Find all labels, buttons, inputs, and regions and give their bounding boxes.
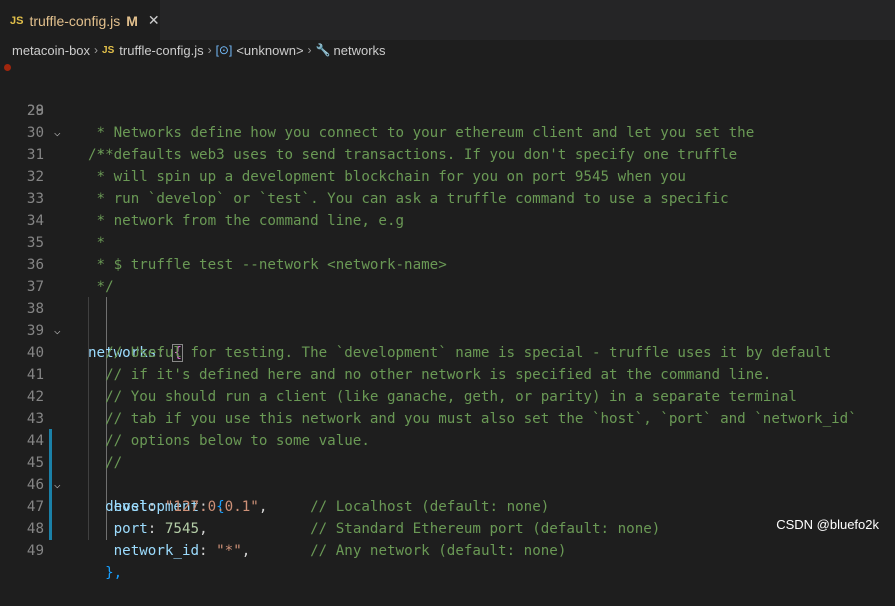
line-number: 49 (26, 543, 44, 559)
code-line: 44 // (0, 408, 895, 471)
javascript-file-icon: JS (10, 14, 24, 27)
code-line: 46 host: "127.0.0.1", // Localhost (defa… (0, 452, 895, 515)
code-line: 33 * network from the command line, e.g (0, 166, 895, 229)
chevron-right-icon: › (94, 43, 99, 57)
code-line: 43 // options below to some value. (0, 386, 895, 449)
watermark: CSDN @bluefo2k (776, 517, 879, 532)
wrench-property-icon: 🔧 (315, 43, 331, 57)
close-brace: }, (105, 565, 123, 581)
code-line: 29 * Networks define how you connect to … (0, 78, 895, 141)
code-line: 32 * run `develop` or `test`. You can as… (0, 144, 895, 207)
string-value: "*" (216, 543, 242, 559)
code-editor[interactable]: 28 ⌵ /** 29 * Networks define how you co… (0, 56, 895, 581)
code-line: 41 // You should run a client (like gana… (0, 342, 895, 405)
symbol-variable-icon: [⊙] (215, 43, 233, 57)
code-line: 45 ⌵ development: { (0, 430, 895, 515)
code-line: 42 // tab if you use this network and yo… (0, 364, 895, 427)
modified-indicator: M (126, 12, 138, 29)
property-key: network_id (113, 543, 200, 559)
javascript-file-icon: JS (102, 44, 115, 56)
editor-tab-truffle-config[interactable]: JS truffle-config.js M ✕ (0, 0, 160, 40)
code-line: 34 * (0, 188, 895, 251)
chevron-right-icon: › (307, 43, 312, 57)
code-line: 37 (0, 254, 895, 295)
code-line: 40 // if it's defined here and no other … (0, 320, 895, 383)
code-line: 35 * $ truffle test --network <network-n… (0, 210, 895, 273)
breakpoint-icon[interactable] (4, 64, 11, 71)
code-line: 47 port: 7545, // Standard Ethereum port… (0, 474, 895, 537)
close-tab-icon[interactable]: ✕ (148, 12, 160, 29)
code-line: 38 ⌵ networks: { (0, 276, 895, 362)
tab-bar: JS truffle-config.js M ✕ (0, 0, 895, 40)
code-line: 30 * defaults web3 uses to send transact… (0, 100, 895, 163)
code-line: 28 ⌵ /** (0, 56, 895, 163)
code-line: 31 * will spin up a development blockcha… (0, 122, 895, 185)
code-line: 36 */ (0, 232, 895, 295)
tab-filename: truffle-config.js (29, 12, 121, 29)
code-line: 49 }, (0, 518, 895, 581)
code-line: 48 network_id: "*", // Any network (defa… (0, 496, 895, 559)
code-comment: // Any network (default: none) (310, 543, 567, 559)
chevron-right-icon: › (207, 43, 212, 57)
code-line: 39 // Useful for testing. The `developme… (0, 298, 895, 361)
